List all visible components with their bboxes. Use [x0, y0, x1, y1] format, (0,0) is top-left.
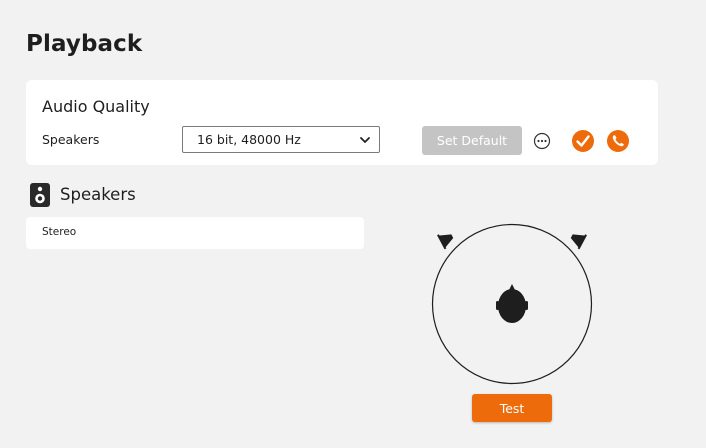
- audio-format-select[interactable]: 16 bit, 48000 Hz: [182, 126, 380, 153]
- listener-head-icon: [496, 284, 528, 323]
- check-icon[interactable]: [571, 129, 595, 153]
- phone-icon[interactable]: [606, 129, 630, 153]
- audio-format-value: 16 bit, 48000 Hz: [197, 132, 301, 147]
- right-speaker-icon: [570, 234, 587, 250]
- page-title: Playback: [26, 31, 143, 57]
- speaker-configuration-list: Stereo: [26, 217, 364, 249]
- chevron-down-icon: [360, 137, 370, 143]
- speaker-icon: [30, 183, 50, 207]
- list-item[interactable]: Stereo: [42, 226, 76, 238]
- set-default-button[interactable]: Set Default: [422, 126, 522, 155]
- audio-quality-card: Audio Quality Speakers 16 bit, 48000 Hz …: [26, 80, 658, 165]
- audio-quality-title: Audio Quality: [42, 97, 150, 116]
- speakers-section-title: Speakers: [60, 185, 136, 204]
- more-icon[interactable]: [533, 132, 551, 150]
- left-speaker-icon: [437, 234, 454, 250]
- speakers-row-label: Speakers: [42, 132, 100, 147]
- speaker-placement-diagram: [431, 223, 593, 385]
- test-button[interactable]: Test: [472, 394, 552, 422]
